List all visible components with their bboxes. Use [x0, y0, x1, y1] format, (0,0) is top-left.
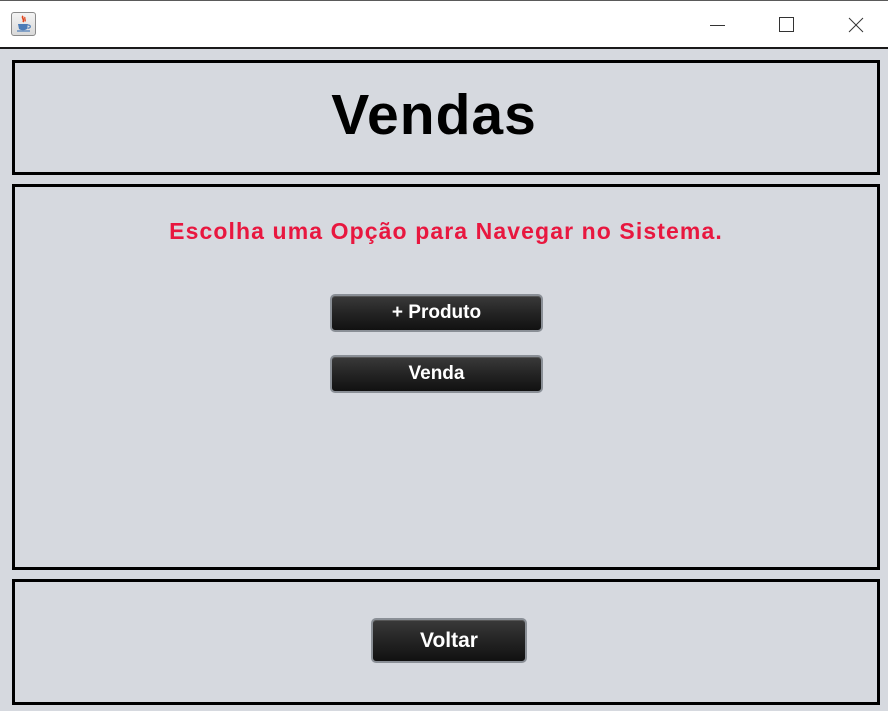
instruction-text: Escolha uma Opção para Navegar no Sistem…	[169, 218, 723, 244]
maximize-icon	[779, 17, 794, 32]
application-window: Vendas Escolha uma Opção para Navegar no…	[0, 0, 888, 711]
close-button[interactable]	[821, 2, 888, 47]
back-button[interactable]: Voltar	[371, 618, 527, 663]
page-title-text: Vendas	[331, 83, 537, 147]
maximize-button[interactable]	[752, 2, 822, 47]
content-area: Vendas Escolha uma Opção para Navegar no…	[0, 47, 888, 711]
add-product-button[interactable]: + Produto	[330, 294, 543, 332]
sale-button[interactable]: Venda	[330, 355, 543, 393]
footer-panel: Voltar	[12, 579, 880, 705]
title-bar[interactable]	[0, 0, 888, 47]
page-title: Vendas	[15, 82, 877, 148]
header-panel: Vendas	[12, 60, 880, 175]
java-cup-icon[interactable]	[11, 12, 36, 36]
minimize-icon	[710, 25, 725, 26]
close-icon	[848, 17, 864, 33]
minimize-button[interactable]	[683, 2, 753, 47]
menu-panel: Escolha uma Opção para Navegar no Sistem…	[12, 184, 880, 570]
